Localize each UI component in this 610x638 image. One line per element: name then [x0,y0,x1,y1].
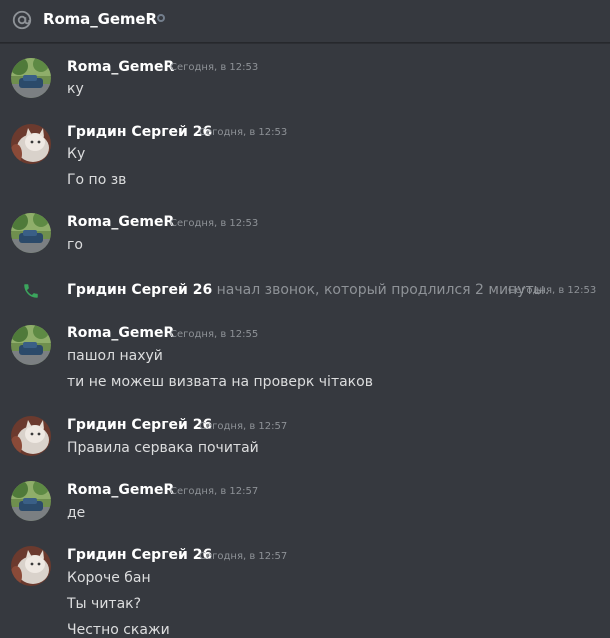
message-timestamp: Сегодня, в 12:57 [199,421,288,432]
car-photo-avatar[interactable] [11,481,51,521]
message-timestamp: Сегодня, в 12:53 [170,62,259,73]
message-author[interactable]: Гридин Сергей 26 [67,417,212,433]
message-timestamp: Сегодня, в 12:53 [199,127,288,138]
message-text: ти не можеш визвата на проверк чітаков [67,374,373,390]
message-timestamp: Сегодня, в 12:57 [199,551,288,562]
message-author[interactable]: Roma_GemeR [67,59,174,75]
channel-header: Roma_GemeR [0,0,610,43]
car-photo-avatar[interactable] [11,325,51,365]
message-text: го [67,237,83,253]
dm-recipient-name[interactable]: Roma_GemeR [43,10,157,28]
message-author[interactable]: Roma_GemeR [67,325,174,341]
cat-photo-avatar[interactable] [11,124,51,164]
message-text: Короче бан [67,570,151,586]
message-text: Честно скажи [67,622,170,638]
message-text: ку [67,81,84,97]
message-author[interactable]: Гридин Сергей 26 [67,547,212,563]
message-text: Ку [67,146,86,162]
cat-photo-avatar[interactable] [11,416,51,456]
message-timestamp: Сегодня, в 12:55 [170,329,259,340]
message-text: пашол нахуй [67,348,163,364]
message-timestamp: Сегодня, в 12:57 [170,486,259,497]
message-timestamp: Сегодня, в 12:53 [508,285,597,296]
message-text: Ты читак? [67,596,142,612]
call-text: Гридин Сергей 26 начал звонок, который п… [67,282,549,298]
message-text: Правила сервака почитай [67,440,259,456]
message-text: Го по зв [67,172,127,188]
at-sign-icon [12,10,32,30]
cat-photo-avatar[interactable] [11,546,51,586]
call-author[interactable]: Гридин Сергей 26 [67,282,212,298]
car-photo-avatar[interactable] [11,213,51,253]
call-description: начал звонок, который продлился 2 минуты… [216,282,550,298]
message-text: де [67,505,86,521]
message-author[interactable]: Roma_GemeR [67,214,174,230]
offline-status-icon [157,14,165,22]
phone-icon [24,284,38,298]
message-author[interactable]: Roma_GemeR [67,482,174,498]
message-author[interactable]: Гридин Сергей 26 [67,124,212,140]
message-timestamp: Сегодня, в 12:53 [170,218,259,229]
car-photo-avatar[interactable] [11,58,51,98]
